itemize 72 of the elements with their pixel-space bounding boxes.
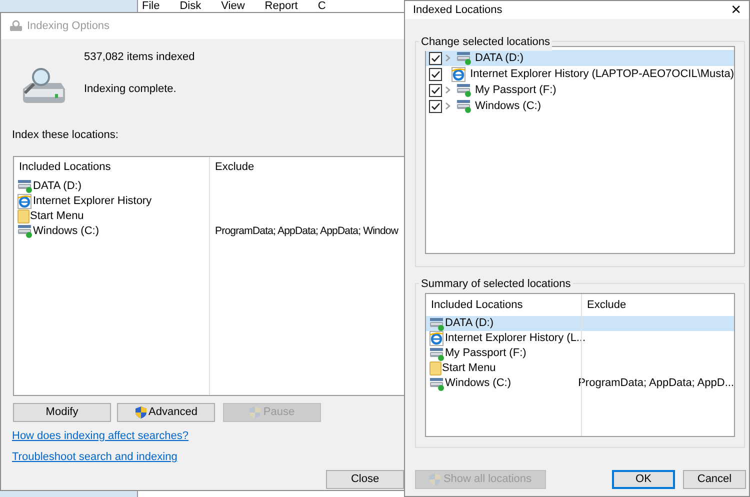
- column-header: Exclude: [215, 161, 254, 174]
- menu-item[interactable]: C: [318, 0, 326, 12]
- tree-item[interactable]: My Passport (F:): [426, 82, 734, 98]
- tree-item[interactable]: DATA (D:): [426, 50, 734, 66]
- menu-item[interactable]: Report: [264, 0, 298, 12]
- list-row[interactable]: My Passport (F:): [426, 346, 734, 361]
- column-header: Exclude: [587, 298, 626, 311]
- network-drive-icon: [456, 83, 472, 97]
- menu-item[interactable]: View: [221, 0, 245, 12]
- list-row[interactable]: Windows (C:) ProgramData; AppData; AppD...: [426, 376, 734, 391]
- network-drive-icon: [429, 376, 445, 390]
- location-name: DATA (D:): [445, 316, 494, 332]
- button[interactable]: OK: [612, 470, 675, 489]
- tree-label: Windows (C:): [475, 98, 542, 114]
- list-row[interactable]: DATA (D:): [426, 316, 734, 331]
- check-icon: [430, 68, 441, 80]
- network-drive-icon: [456, 51, 472, 65]
- button[interactable]: Cancel: [683, 470, 746, 489]
- check-icon: [430, 100, 441, 112]
- network-drive-icon: [17, 179, 33, 193]
- close-button[interactable]: ×: [731, 0, 741, 23]
- shield-icon: [249, 406, 262, 418]
- tree-item[interactable]: Internet Explorer History (LAPTOP-AEO7OCIL\Musta): [426, 66, 734, 82]
- folder-icon: [429, 361, 442, 376]
- group-label: Change selected locations: [419, 34, 552, 50]
- checkbox[interactable]: [429, 68, 442, 80]
- location-name: DATA (D:): [33, 178, 82, 194]
- browser-icon: [429, 331, 445, 346]
- help-link[interactable]: Troubleshoot search and indexing: [12, 449, 178, 466]
- location-name: Windows (C:): [33, 224, 100, 239]
- close-button[interactable]: Close: [326, 470, 404, 488]
- list-label: Index these locations:: [12, 129, 118, 141]
- location-name: Windows (C:): [445, 376, 512, 392]
- tree-label: DATA (D:): [475, 50, 524, 66]
- tree-item[interactable]: Windows (C:): [426, 98, 734, 114]
- location-name: Start Menu: [30, 208, 84, 224]
- network-drive-icon: [456, 99, 472, 113]
- network-drive-icon: [17, 224, 33, 238]
- menu-item[interactable]: Disk: [180, 0, 202, 12]
- checkbox[interactable]: [429, 52, 442, 64]
- tree-label: My Passport (F:): [475, 82, 556, 98]
- checkbox[interactable]: [429, 100, 442, 112]
- exclude-text: ProgramData; AppData; AppData; Window: [215, 224, 398, 237]
- location-name: Internet Explorer History (L...: [445, 331, 586, 346]
- list-row[interactable]: Internet Explorer History (L...: [426, 331, 734, 346]
- browser-icon: [451, 66, 468, 82]
- check-icon: [430, 52, 441, 64]
- column-header: Included Locations: [431, 298, 523, 313]
- tree-label: Internet Explorer History (LAPTOP-AEO7OCIL\Musta): [470, 66, 734, 82]
- folder-icon: [17, 208, 30, 224]
- button[interactable]: Modify: [13, 402, 111, 422]
- location-name: Start Menu: [442, 361, 496, 376]
- location-name: Internet Explorer History: [33, 194, 152, 209]
- browser-icon: [17, 194, 33, 208]
- items-count: 537,082 items indexed: [84, 50, 195, 65]
- group-label: Summary of selected locations: [419, 276, 573, 292]
- list-row[interactable]: Start Menu: [426, 361, 734, 376]
- shield-icon: [134, 406, 147, 418]
- window-title: Indexing Options: [27, 18, 110, 34]
- window-title: Indexed Locations: [413, 2, 502, 18]
- shield-icon: [429, 473, 442, 486]
- status-text: Indexing complete.: [84, 82, 178, 96]
- column-header: Included Locations: [19, 160, 111, 176]
- network-drive-icon: [429, 316, 445, 330]
- network-drive-icon: [429, 346, 445, 360]
- help-link[interactable]: How does indexing affect searches?: [12, 428, 189, 444]
- check-icon: [430, 84, 441, 96]
- location-name: My Passport (F:): [445, 346, 526, 362]
- menu-item[interactable]: File: [142, 0, 160, 12]
- exclude-text: ProgramData; AppData; AppD...: [578, 377, 734, 390]
- button[interactable]: Advanced: [117, 402, 215, 422]
- checkbox[interactable]: [429, 84, 442, 96]
